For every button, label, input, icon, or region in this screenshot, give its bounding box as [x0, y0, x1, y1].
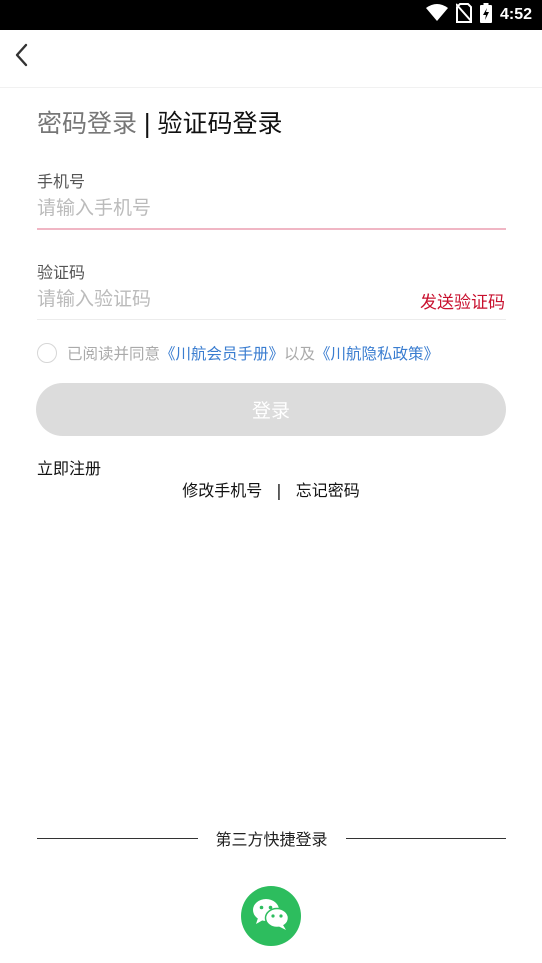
account-links: 修改手机号 | 忘记密码: [0, 477, 542, 501]
wifi-icon: [425, 4, 448, 26]
tab-password-login[interactable]: 密码登录: [37, 109, 137, 138]
agreement-prefix: 已阅读并同意: [67, 345, 161, 363]
phone-underline: [37, 228, 506, 230]
agreement-row: 已阅读并同意 《川航会员手册》 以及 《川航隐私政策》: [37, 342, 439, 364]
top-nav-bar: [0, 30, 542, 88]
login-tabs: 密码登录 | 验证码登录: [37, 104, 282, 140]
privacy-policy-link[interactable]: 《川航隐私政策》: [315, 342, 439, 364]
wechat-icon: [251, 897, 291, 935]
code-underline: [37, 319, 506, 320]
agreement-checkbox[interactable]: [37, 343, 57, 363]
agreement-connector: 以及: [284, 345, 316, 363]
third-party-label: 第三方快捷登录: [215, 830, 328, 849]
status-time: 4:52: [499, 6, 532, 23]
divider-line-right: [345, 837, 507, 839]
code-input[interactable]: [37, 282, 407, 316]
wechat-login-button[interactable]: [241, 886, 301, 946]
register-link[interactable]: 立即注册: [37, 455, 101, 479]
login-button[interactable]: 登录: [36, 383, 506, 436]
third-party-divider: 第三方快捷登录: [37, 826, 507, 850]
no-sim-icon: [455, 3, 473, 27]
divider-line-left: [37, 837, 198, 839]
back-button[interactable]: [8, 42, 34, 72]
change-phone-link[interactable]: 修改手机号: [182, 481, 262, 500]
phone-label: 手机号: [37, 172, 86, 191]
tab-separator: |: [143, 109, 152, 138]
phone-input[interactable]: [37, 191, 506, 225]
battery-charging-icon: [479, 3, 492, 27]
status-bar: 4:52: [0, 0, 542, 30]
code-label: 验证码: [37, 263, 86, 282]
member-handbook-link[interactable]: 《川航会员手册》: [160, 342, 284, 364]
chevron-left-icon: [14, 43, 28, 71]
links-separator: |: [276, 481, 282, 500]
status-icons: 4:52: [425, 3, 532, 27]
tab-code-login[interactable]: 验证码登录: [157, 109, 282, 138]
send-code-button[interactable]: 发送验证码: [420, 288, 505, 313]
forgot-password-link[interactable]: 忘记密码: [296, 481, 360, 500]
